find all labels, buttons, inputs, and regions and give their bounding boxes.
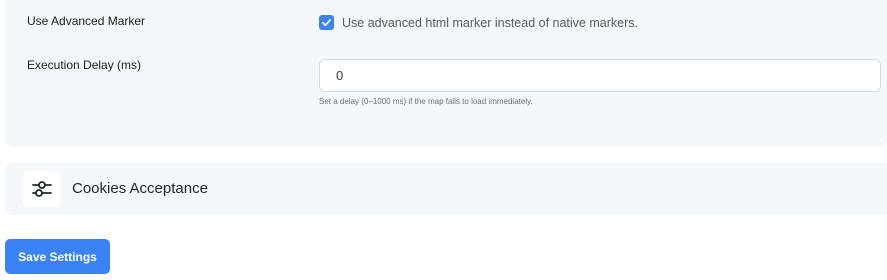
advanced-marker-label: Use Advanced Marker	[27, 14, 146, 28]
advanced-marker-checkbox[interactable]	[319, 15, 334, 30]
sliders-icon	[23, 171, 60, 207]
execution-delay-input[interactable]	[319, 59, 881, 92]
cookies-acceptance-title: Cookies Acceptance	[72, 180, 208, 197]
checkmark-icon	[322, 19, 331, 27]
save-settings-button[interactable]: Save Settings	[5, 239, 110, 274]
cookies-acceptance-section[interactable]: Cookies Acceptance	[5, 163, 887, 215]
advanced-marker-checkbox-text[interactable]: Use advanced html marker instead of nati…	[342, 16, 638, 30]
execution-delay-help: Set a delay (0–1000 ms) if the map fails…	[319, 97, 533, 106]
execution-delay-label: Execution Delay (ms)	[27, 58, 142, 72]
settings-card: Use Advanced Marker Use advanced html ma…	[5, 0, 887, 147]
